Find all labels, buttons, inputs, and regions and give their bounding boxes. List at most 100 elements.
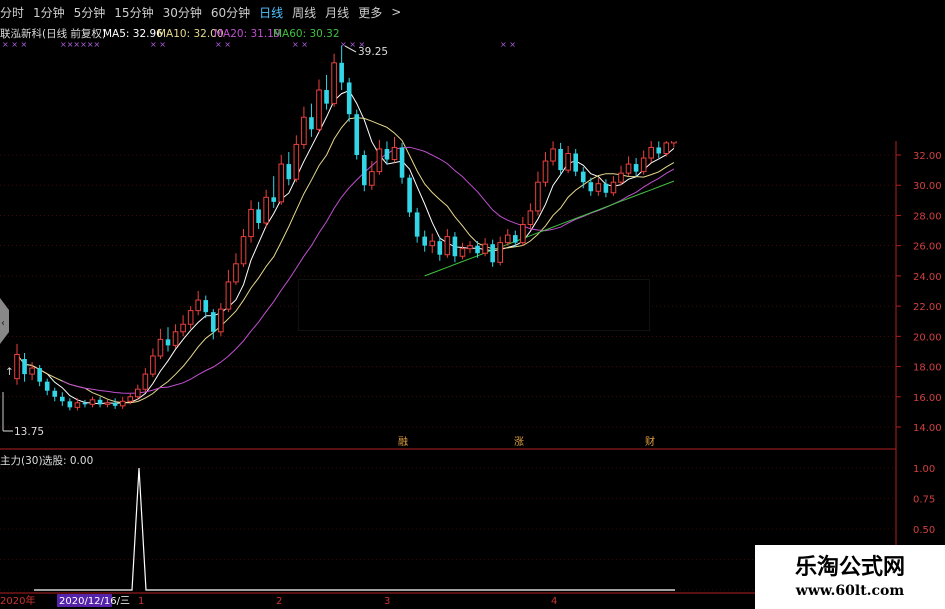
candle-body xyxy=(150,355,156,375)
candle-body xyxy=(331,62,337,105)
candle-body xyxy=(180,323,186,333)
watermark: 乐淘公式网 www.60lt.com xyxy=(755,545,945,609)
candle-body xyxy=(558,148,563,171)
candle-body xyxy=(218,308,224,333)
candle-body xyxy=(82,402,88,405)
candle-body xyxy=(640,157,647,173)
candle-body xyxy=(195,299,201,312)
candle-body xyxy=(663,142,670,154)
candle-body xyxy=(142,373,149,390)
candle-body xyxy=(535,181,541,212)
candle-body xyxy=(97,399,103,405)
price-tick-label: 16.00 xyxy=(913,393,942,404)
candle-body xyxy=(467,245,473,250)
candle-body xyxy=(233,263,239,283)
date-cursor-label: 2020/12/16/三 xyxy=(59,596,130,607)
low-annotation: 13.75 xyxy=(14,426,44,438)
watermark-url: www.60lt.com xyxy=(795,583,905,599)
candle-body xyxy=(263,196,269,224)
candle-body xyxy=(414,212,420,237)
indicator-tick-label: 0.75 xyxy=(913,495,935,506)
price-tick-label: 22.00 xyxy=(913,302,942,313)
candle-body xyxy=(165,339,171,346)
candle-body xyxy=(60,396,65,402)
month-label: 2 xyxy=(276,596,282,607)
candle-body xyxy=(550,148,556,162)
candle-body xyxy=(588,182,594,192)
candle-body xyxy=(407,177,412,213)
redaction-mask-top-right xyxy=(535,0,945,141)
candle-body xyxy=(44,381,50,391)
candle-body xyxy=(14,353,20,380)
price-tick-label: 32.00 xyxy=(913,151,942,162)
candle-body xyxy=(656,147,662,154)
arrow-mark: ↑ xyxy=(5,366,14,378)
candle-body xyxy=(610,181,617,194)
candle-body xyxy=(475,245,480,254)
candle-body xyxy=(301,116,307,145)
indicator-tick-label: 0.50 xyxy=(913,525,935,536)
candle-body xyxy=(346,82,352,115)
candle-body xyxy=(74,402,81,408)
candle-body xyxy=(482,243,488,254)
price-tick-label: 28.00 xyxy=(913,211,942,222)
candle-body xyxy=(542,160,549,183)
candle-body xyxy=(211,312,216,332)
candle-body xyxy=(595,183,602,192)
candle-body xyxy=(248,208,254,238)
indicator-line xyxy=(34,467,675,591)
candle-body xyxy=(648,146,655,159)
chevron-left-icon: ‹ xyxy=(1,318,5,329)
redaction-mask-center xyxy=(298,279,650,331)
candle-body xyxy=(309,117,314,130)
price-tick-label: 30.00 xyxy=(913,181,942,192)
price-tick-label: 18.00 xyxy=(913,363,942,374)
candle-body xyxy=(104,402,111,405)
candle-body xyxy=(157,338,164,357)
price-tick-label: 26.00 xyxy=(913,242,942,253)
candle-body xyxy=(527,210,534,226)
candle-body xyxy=(565,152,571,171)
signal-marks-row: × × × ×××××× × × × × × × × × × × × xyxy=(2,40,516,49)
candle-body xyxy=(437,241,443,255)
candle-body xyxy=(459,248,466,257)
ma60-label: MA60: 30.32 xyxy=(273,28,340,40)
candle-body xyxy=(278,163,285,203)
signal-mark: × × xyxy=(292,40,308,49)
candle-body xyxy=(452,236,458,257)
candle-body xyxy=(633,164,639,172)
price-tick-label: 14.00 xyxy=(913,423,942,434)
candle-body xyxy=(376,148,383,173)
signal-mark: × × xyxy=(500,40,516,49)
event-marker: 融 xyxy=(398,436,408,448)
candle-body xyxy=(37,368,42,382)
event-marker: 财 xyxy=(645,435,655,448)
candle-body xyxy=(369,171,375,186)
price-tick-label: 20.00 xyxy=(913,332,942,343)
ma20-label: MA20: 31.19 xyxy=(214,28,281,40)
candle-body xyxy=(497,242,503,263)
candle-body xyxy=(67,401,73,408)
candle-body xyxy=(112,402,118,406)
candle-body xyxy=(362,155,367,186)
ma5-label: MA5: 32.96 xyxy=(103,28,163,40)
candle-body xyxy=(339,62,344,83)
candle-body xyxy=(520,224,526,244)
candle-body xyxy=(316,89,322,130)
candle-body xyxy=(399,147,405,178)
candle-body xyxy=(127,396,134,402)
candle-body xyxy=(293,143,300,180)
candle-body xyxy=(187,310,194,325)
candle-body xyxy=(618,172,624,183)
candle-body xyxy=(135,388,141,398)
candle-body xyxy=(354,114,360,155)
indicator-tick-label: 1.00 xyxy=(913,464,935,475)
candle-body xyxy=(22,359,27,375)
annotations: 39.25 13.75 ↑ xyxy=(2,45,388,438)
ma-legend: 联泓新科(日线 前复权) MA5: 32.96 MA10: 32.00 MA20… xyxy=(0,27,340,40)
candle-body xyxy=(513,235,518,243)
candle-body xyxy=(429,240,436,247)
indicator-label: 主力(30) xyxy=(0,454,43,467)
candle-body xyxy=(573,153,578,172)
stock-name-label: 联泓新科(日线 前复权) xyxy=(0,27,106,40)
